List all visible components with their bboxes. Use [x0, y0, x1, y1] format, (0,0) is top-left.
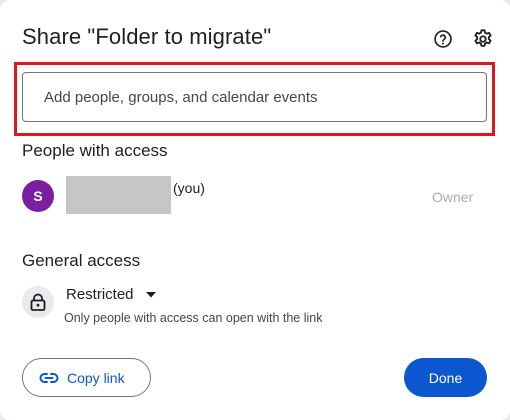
gear-icon [474, 29, 492, 47]
general-access-description: Only people with access can open with th… [64, 311, 323, 325]
lock-badge [22, 286, 54, 318]
link-icon [39, 372, 59, 383]
avatar-initial: S [33, 188, 43, 204]
lock-icon [30, 293, 46, 311]
role-label: Owner [432, 189, 474, 205]
people-with-access-heading: People with access [22, 141, 168, 160]
copy-link-button[interactable]: Copy link [22, 358, 151, 397]
add-people-input[interactable] [22, 72, 487, 122]
avatar: S [22, 180, 54, 212]
share-dialog: Share "Folder to migrate" People with ac… [0, 0, 510, 420]
settings-button[interactable] [470, 26, 496, 52]
you-label: (you) [173, 180, 205, 196]
help-button[interactable] [430, 26, 456, 52]
redacted-user-name [66, 176, 171, 214]
dialog-title: Share "Folder to migrate" [22, 24, 272, 49]
general-access-dropdown[interactable]: Restricted [66, 286, 156, 303]
general-access-heading: General access [22, 251, 141, 270]
caret-down-icon [145, 291, 156, 298]
done-label: Done [428, 369, 463, 386]
help-circle-icon [434, 30, 452, 48]
done-button[interactable]: Done [404, 358, 487, 397]
copy-link-label: Copy link [67, 369, 125, 386]
general-access-selected: Restricted [66, 286, 134, 303]
